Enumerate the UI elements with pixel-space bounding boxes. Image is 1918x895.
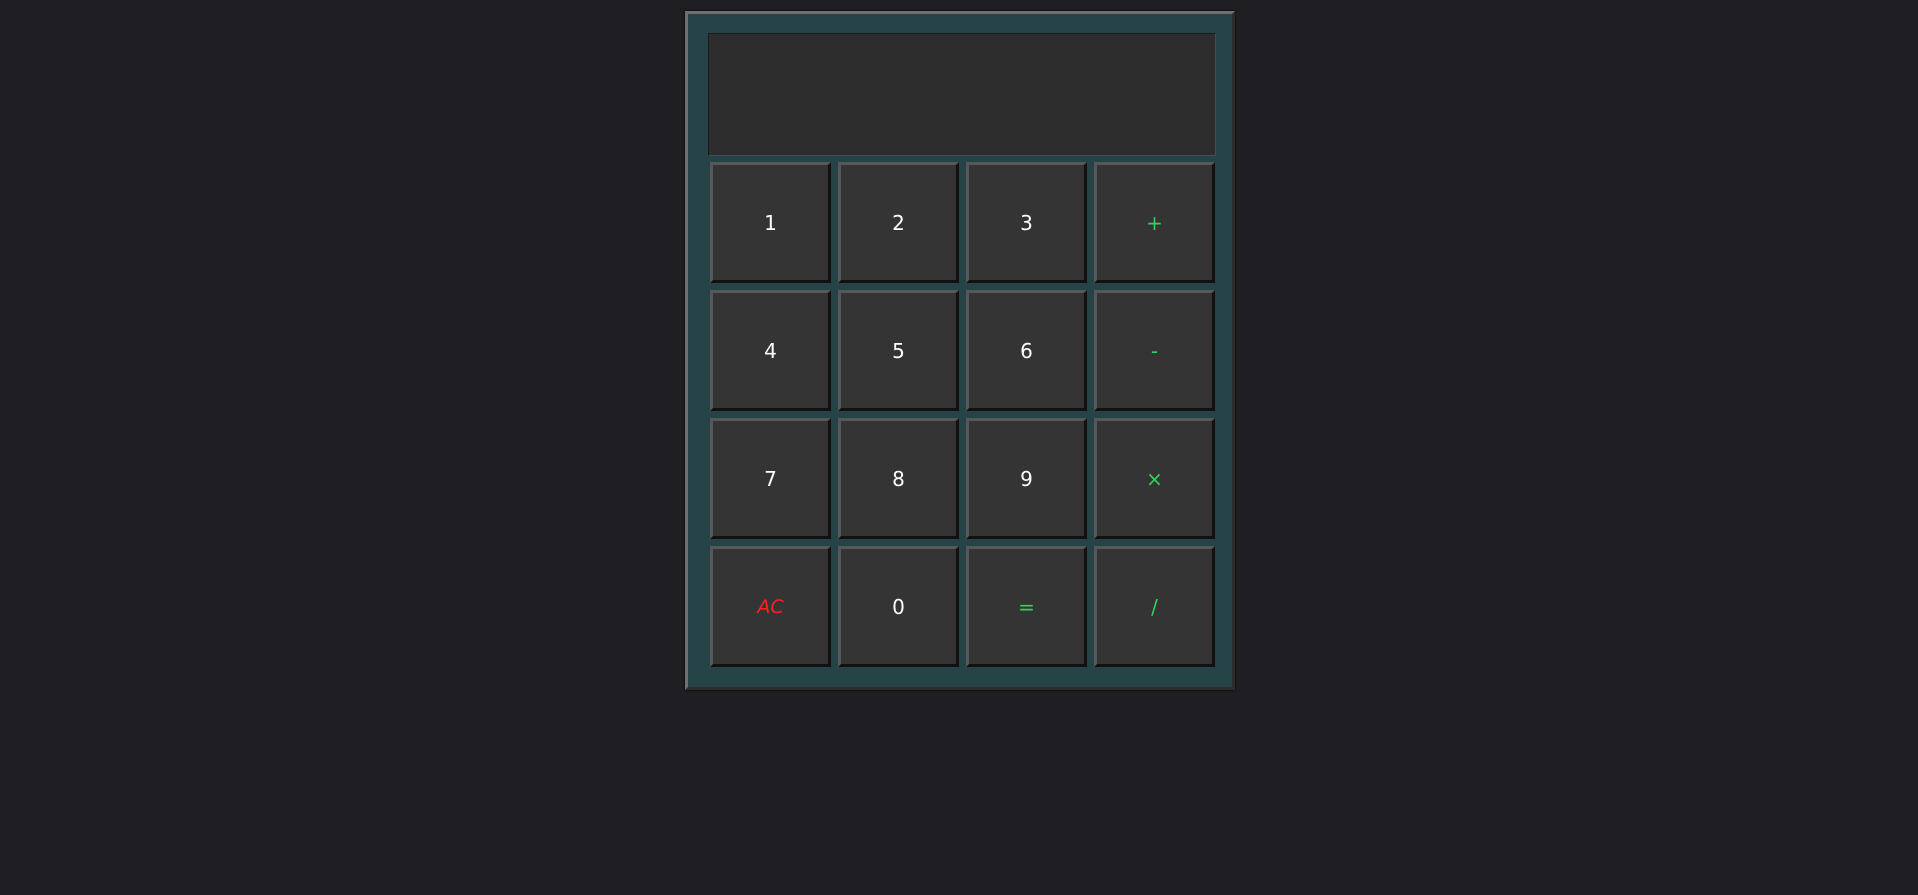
key-3[interactable]: 3 xyxy=(966,162,1087,283)
key-1[interactable]: 1 xyxy=(710,162,831,283)
keypad: 1 2 3 + 4 5 6 - 7 8 9 × AC 0 = / xyxy=(710,162,1216,668)
key-7[interactable]: 7 xyxy=(710,418,831,539)
key-4[interactable]: 4 xyxy=(710,290,831,411)
key-8[interactable]: 8 xyxy=(838,418,959,539)
key-9[interactable]: 9 xyxy=(966,418,1087,539)
calculator: 1 2 3 + 4 5 6 - 7 8 9 × AC 0 = / xyxy=(685,11,1235,690)
key-0[interactable]: 0 xyxy=(838,546,959,667)
key-6[interactable]: 6 xyxy=(966,290,1087,411)
key-plus[interactable]: + xyxy=(1094,162,1215,283)
key-5[interactable]: 5 xyxy=(838,290,959,411)
key-equals[interactable]: = xyxy=(966,546,1087,667)
key-all-clear[interactable]: AC xyxy=(710,546,831,667)
key-2[interactable]: 2 xyxy=(838,162,959,283)
key-divide[interactable]: / xyxy=(1094,546,1215,667)
key-minus[interactable]: - xyxy=(1094,290,1215,411)
key-multiply[interactable]: × xyxy=(1094,418,1215,539)
calculator-display xyxy=(708,33,1216,156)
